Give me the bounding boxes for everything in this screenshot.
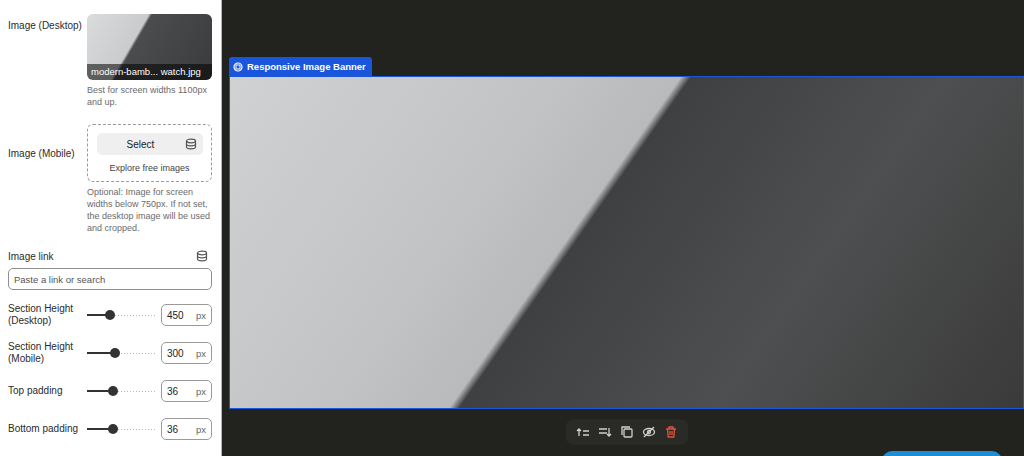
image-filename: modern-bamb... watch.jpg (87, 64, 212, 80)
slider-unit: px (196, 348, 206, 359)
banner-image[interactable] (229, 76, 1024, 409)
section-label-tab[interactable]: Responsive Image Banner (229, 57, 372, 76)
slider-value: 36 (167, 386, 196, 397)
image-link-field: Image link (8, 250, 212, 290)
slider-row: Top padding 36px (8, 378, 212, 404)
slider-label: Top padding (8, 385, 87, 397)
delete-icon[interactable] (664, 425, 678, 439)
mobile-image-help: Optional: Image for screen widths below … (87, 186, 212, 234)
hide-icon[interactable] (642, 425, 656, 439)
desktop-image-row: Image (Desktop) modern-bamb... watch.jpg B… (8, 14, 212, 108)
slider-thumb[interactable] (110, 348, 120, 358)
slider-label: Section Height (Mobile) (8, 341, 87, 365)
slider-value-input[interactable]: 300px (161, 342, 212, 364)
mobile-image-row: Image (Mobile) Select Explore free images O… (8, 124, 212, 234)
desktop-image-help: Best for screen widths 1100px and up. (87, 84, 212, 108)
image-link-header: Image link (8, 250, 212, 262)
slider-thumb[interactable] (108, 386, 118, 396)
slider-value-input[interactable]: 450px (161, 304, 212, 326)
floating-button[interactable] (882, 451, 1002, 456)
slider-label: Section Height (Desktop) (8, 303, 87, 327)
slider-thumb[interactable] (105, 310, 115, 320)
section-toolbar (566, 419, 688, 445)
mobile-image-field: Select Explore free images Optional: Image… (87, 124, 212, 234)
slider-value: 36 (167, 424, 196, 435)
desktop-image-label: Image (Desktop) (8, 14, 87, 32)
move-down-icon[interactable] (598, 425, 612, 439)
slider-unit: px (196, 310, 206, 321)
preview-canvas: Responsive Image Banner (222, 0, 1024, 456)
slider-value: 450 (167, 310, 196, 321)
slider-track[interactable] (87, 309, 155, 321)
slider-list: Section Height (Desktop)450pxSection Hei… (8, 302, 212, 442)
slider-unit: px (196, 386, 206, 397)
database-icon[interactable] (196, 250, 208, 262)
mobile-image-label: Image (Mobile) (8, 124, 87, 160)
select-button-label: Select (97, 139, 185, 150)
slider-row: Section Height (Mobile) 300px (8, 340, 212, 366)
slider-unit: px (196, 424, 206, 435)
image-link-input[interactable] (8, 268, 212, 290)
move-up-icon[interactable] (576, 425, 590, 439)
slider-label: Bottom padding (8, 423, 87, 435)
slider-value-input[interactable]: 36px (161, 418, 212, 440)
select-button[interactable]: Select (97, 133, 203, 155)
settings-panel: Image (Desktop) modern-bamb... watch.jpg B… (0, 0, 222, 456)
desktop-image-thumbnail[interactable]: modern-bamb... watch.jpg (87, 14, 212, 80)
slider-row: Section Height (Desktop) 450px (8, 302, 212, 328)
mobile-image-dropzone[interactable]: Select Explore free images (87, 124, 212, 182)
slider-track[interactable] (87, 385, 155, 397)
slider-value-input[interactable]: 36px (161, 380, 212, 402)
desktop-image-field: modern-bamb... watch.jpg Best for screen … (87, 14, 212, 108)
slider-thumb[interactable] (108, 424, 118, 434)
duplicate-icon[interactable] (620, 425, 634, 439)
explore-free-images-link[interactable]: Explore free images (109, 163, 189, 173)
slider-track[interactable] (87, 423, 155, 435)
image-link-label: Image link (8, 251, 54, 262)
slider-value: 300 (167, 348, 196, 359)
database-icon[interactable] (185, 138, 197, 150)
slider-track[interactable] (87, 347, 155, 359)
section-label: Responsive Image Banner (247, 61, 366, 72)
section-icon (233, 62, 243, 72)
slider-row: Bottom padding 36px (8, 416, 212, 442)
